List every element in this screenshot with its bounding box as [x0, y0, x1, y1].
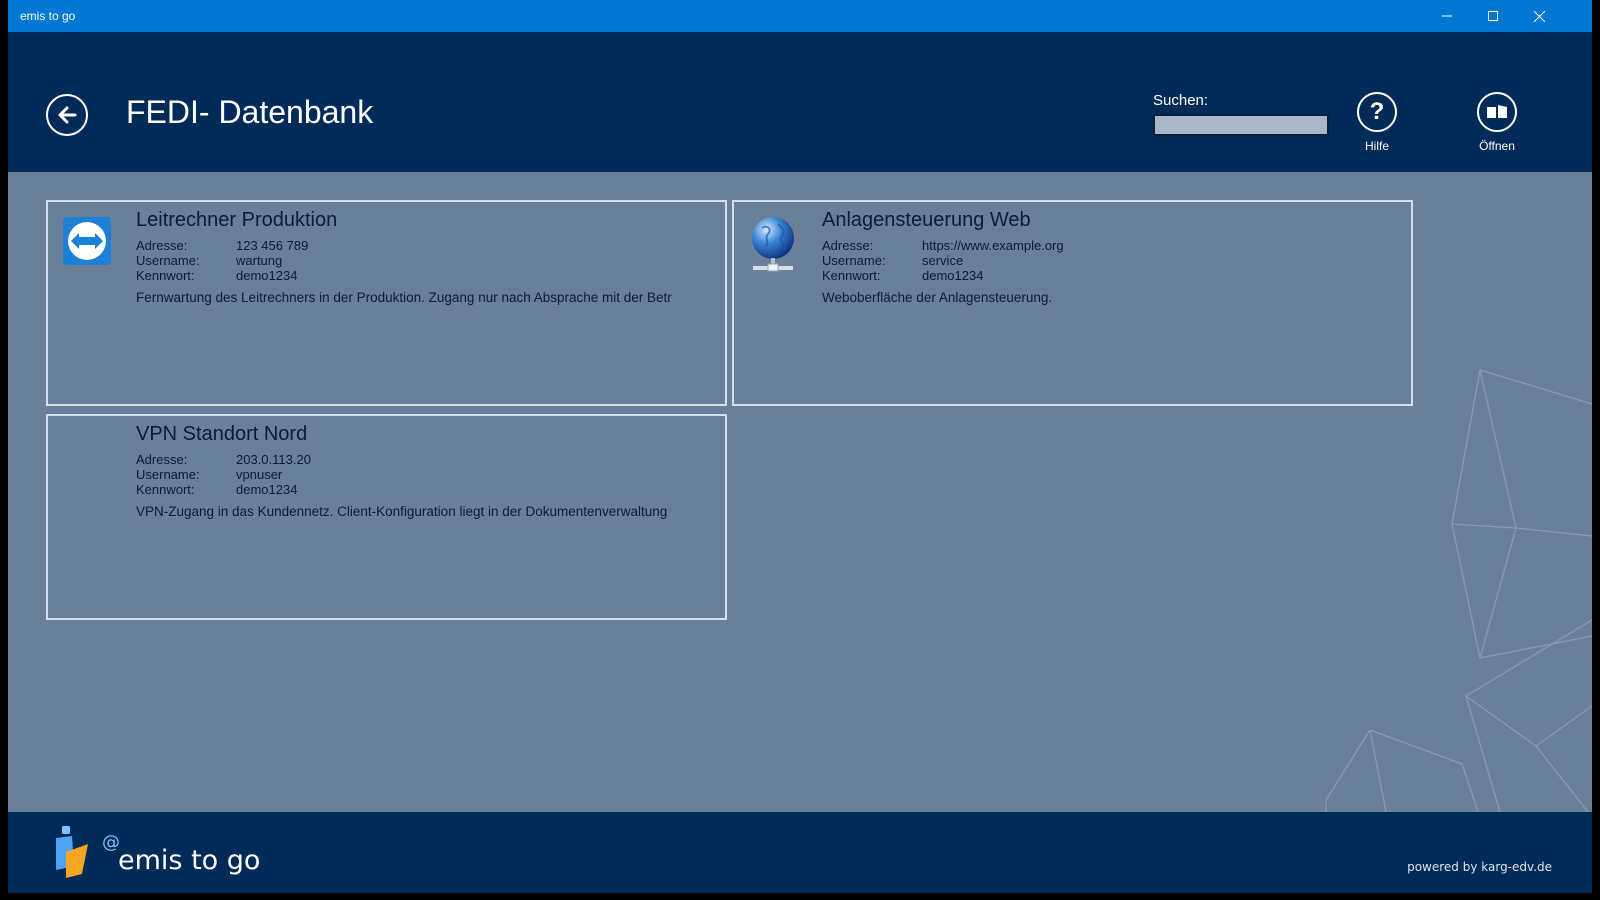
username-value: vpnuser: [236, 467, 283, 482]
window-title: emis to go: [20, 9, 76, 23]
open-label: Öffnen: [1479, 139, 1515, 153]
entry-title: VPN Standort Nord: [136, 423, 308, 445]
username-label: Username:: [136, 467, 200, 482]
entry-fields: Adresse: 123 456 789 Username: wartung Ken…: [136, 238, 308, 283]
password-label: Kennwort:: [822, 268, 881, 283]
address-value: https://www.example.org: [922, 238, 1064, 253]
entry-title: Leitrechner Produktion: [136, 209, 338, 231]
teamviewer-icon: [62, 216, 112, 270]
close-icon: [1533, 10, 1545, 22]
search-label: Suchen:: [1153, 92, 1209, 109]
password-value: demo1234: [922, 268, 984, 283]
password-value: demo1234: [236, 482, 298, 497]
minimize-button[interactable]: [1424, 0, 1470, 32]
entry-card[interactable]: Leitrechner Produktion Adresse: 123 456 7…: [46, 200, 727, 406]
help-icon: ?: [1357, 92, 1397, 132]
emis-logo-icon: @: [56, 826, 120, 878]
address-label: Adresse:: [822, 238, 874, 253]
entry-grid: Leitrechner Produktion Adresse: 123 456 7…: [8, 172, 1592, 812]
app-window: emis to go FEDI- Datenbank Suchen: ? Hil…: [8, 0, 1592, 893]
address-label: Adresse:: [136, 238, 188, 253]
minimize-icon: [1442, 15, 1452, 17]
open-book-icon: [1477, 92, 1517, 132]
entry-card[interactable]: VPN Standort Nord Adresse: 203.0.113.20 U…: [46, 414, 727, 620]
address-value: 203.0.113.20: [236, 452, 311, 467]
brand-name: emis to go: [118, 845, 261, 876]
app-header: FEDI- Datenbank Suchen: ? Hilfe Öffnen: [8, 32, 1592, 172]
back-button[interactable]: [46, 94, 88, 136]
entry-description: Weboberfläche der Anlagensteuerung.: [822, 290, 1053, 305]
arrow-left-icon: [58, 106, 77, 124]
username-value: wartung: [236, 253, 283, 268]
password-label: Kennwort:: [136, 268, 195, 283]
username-label: Username:: [822, 253, 886, 268]
password-value: demo1234: [236, 268, 298, 283]
search-input[interactable]: [1153, 114, 1329, 136]
username-value: service: [922, 253, 964, 268]
entry-title: Anlagensteuerung Web: [822, 209, 1031, 231]
powered-by-text: powered by karg-edv.de: [1407, 860, 1552, 874]
page-title: FEDI- Datenbank: [126, 94, 374, 130]
help-label: Hilfe: [1364, 139, 1389, 153]
address-value: 123 456 789: [236, 238, 309, 253]
password-label: Kennwort:: [136, 482, 195, 497]
globe-network-icon: [748, 216, 798, 272]
open-button[interactable]: Öffnen: [1462, 92, 1532, 153]
entry-card[interactable]: Anlagensteuerung Web Adresse: https://www…: [732, 200, 1413, 406]
maximize-button[interactable]: [1470, 0, 1516, 32]
entry-fields: Adresse: 203.0.113.20 Username: vpnuser Ke…: [136, 452, 311, 497]
entry-fields: Adresse: https://www.example.org Username…: [822, 238, 1064, 283]
entry-description: VPN-Zugang in das Kundennetz. Client-Kon…: [136, 504, 668, 519]
app-footer: @ emis to go powered by karg-edv.de: [8, 812, 1592, 893]
username-label: Username:: [136, 253, 200, 268]
close-button[interactable]: [1516, 0, 1562, 32]
title-bar: emis to go: [8, 0, 1592, 32]
address-label: Adresse:: [136, 452, 188, 467]
help-button[interactable]: ? Hilfe: [1342, 92, 1412, 153]
maximize-icon: [1488, 11, 1498, 21]
entry-description: Fernwartung des Leitrechners in der Prod…: [136, 290, 672, 305]
